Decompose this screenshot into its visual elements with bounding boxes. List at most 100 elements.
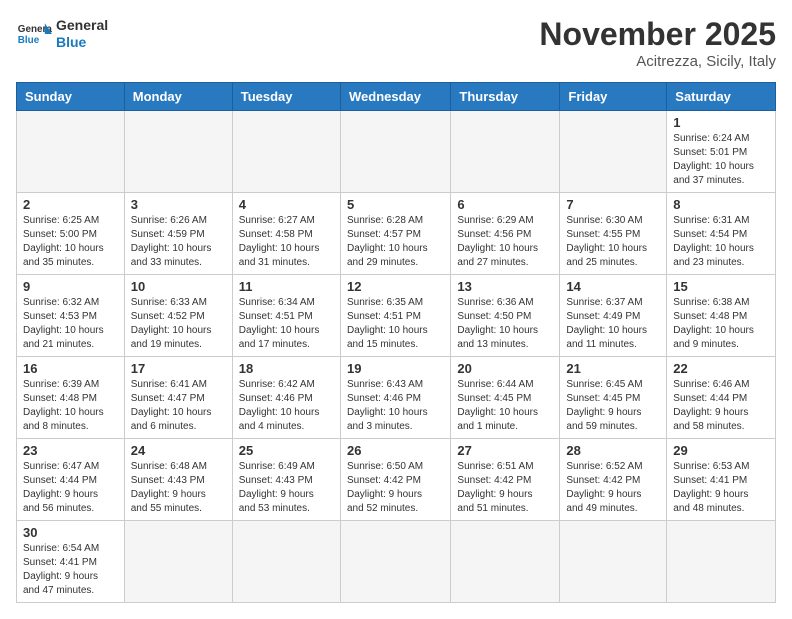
day-number: 20	[457, 361, 553, 376]
day-info: Sunrise: 6:33 AM Sunset: 4:52 PM Dayligh…	[131, 296, 226, 352]
calendar-cell: 10 Sunrise: 6:33 AM Sunset: 4:52 PM Dayli…	[124, 275, 232, 357]
calendar-cell	[560, 111, 667, 193]
calendar-cell: 2 Sunrise: 6:25 AM Sunset: 5:00 PM Daylig…	[17, 193, 125, 275]
calendar-table: SundayMondayTuesdayWednesdayThursdayFrid…	[16, 82, 776, 603]
day-info: Sunrise: 6:45 AM Sunset: 4:45 PM Dayligh…	[566, 378, 660, 434]
day-info: Sunrise: 6:50 AM Sunset: 4:42 PM Dayligh…	[347, 460, 444, 516]
calendar-cell: 25 Sunrise: 6:49 AM Sunset: 4:43 PM Dayli…	[232, 439, 340, 521]
day-info: Sunrise: 6:34 AM Sunset: 4:51 PM Dayligh…	[239, 296, 334, 352]
week-row-4: 16Sunrise: 6:39 AM Sunset: 4:48 PM Dayli…	[17, 357, 776, 439]
calendar-cell	[124, 521, 232, 603]
day-number: 5	[347, 197, 444, 212]
day-info: Sunrise: 6:42 AM Sunset: 4:46 PM Dayligh…	[239, 378, 334, 434]
day-number: 12	[347, 279, 444, 294]
day-number: 23	[23, 443, 118, 458]
day-info: Sunrise: 6:51 AM Sunset: 4:42 PM Dayligh…	[457, 460, 553, 516]
weekday-header-tuesday: Tuesday	[232, 83, 340, 111]
day-info: Sunrise: 6:25 AM Sunset: 5:00 PM Dayligh…	[23, 214, 118, 270]
calendar-cell: 7 Sunrise: 6:30 AM Sunset: 4:55 PM Daylig…	[560, 193, 667, 275]
calendar-cell: 9Sunrise: 6:32 AM Sunset: 4:53 PM Daylig…	[17, 275, 125, 357]
calendar-cell: 21Sunrise: 6:45 AM Sunset: 4:45 PM Dayli…	[560, 357, 667, 439]
calendar-cell: 17Sunrise: 6:41 AM Sunset: 4:47 PM Dayli…	[124, 357, 232, 439]
day-number: 15	[673, 279, 769, 294]
location: Acitrezza, Sicily, Italy	[539, 53, 776, 70]
day-number: 9	[23, 279, 118, 294]
day-info: Sunrise: 6:39 AM Sunset: 4:48 PM Dayligh…	[23, 378, 118, 434]
day-info: Sunrise: 6:36 AM Sunset: 4:50 PM Dayligh…	[457, 296, 553, 352]
calendar-cell: 8 Sunrise: 6:31 AM Sunset: 4:54 PM Daylig…	[667, 193, 776, 275]
weekday-header-sunday: Sunday	[17, 83, 125, 111]
day-number: 19	[347, 361, 444, 376]
calendar-cell	[451, 111, 560, 193]
calendar-cell: 19Sunrise: 6:43 AM Sunset: 4:46 PM Dayli…	[340, 357, 450, 439]
weekday-header-saturday: Saturday	[667, 83, 776, 111]
calendar-cell: 20Sunrise: 6:44 AM Sunset: 4:45 PM Dayli…	[451, 357, 560, 439]
calendar-cell: 1 Sunrise: 6:24 AM Sunset: 5:01 PM Daylig…	[667, 111, 776, 193]
day-info: Sunrise: 6:29 AM Sunset: 4:56 PM Dayligh…	[457, 214, 553, 270]
day-info: Sunrise: 6:46 AM Sunset: 4:44 PM Dayligh…	[673, 378, 769, 434]
day-info: Sunrise: 6:38 AM Sunset: 4:48 PM Dayligh…	[673, 296, 769, 352]
svg-text:Blue: Blue	[18, 35, 40, 46]
calendar-cell	[560, 521, 667, 603]
day-number: 11	[239, 279, 334, 294]
day-info: Sunrise: 6:37 AM Sunset: 4:49 PM Dayligh…	[566, 296, 660, 352]
day-number: 27	[457, 443, 553, 458]
month-title: November 2025	[539, 16, 776, 53]
calendar-cell: 3 Sunrise: 6:26 AM Sunset: 4:59 PM Daylig…	[124, 193, 232, 275]
calendar-cell: 6 Sunrise: 6:29 AM Sunset: 4:56 PM Daylig…	[451, 193, 560, 275]
day-info: Sunrise: 6:24 AM Sunset: 5:01 PM Dayligh…	[673, 132, 769, 188]
calendar-cell: 5 Sunrise: 6:28 AM Sunset: 4:57 PM Daylig…	[340, 193, 450, 275]
logo: General Blue General Blue	[16, 16, 108, 52]
day-number: 14	[566, 279, 660, 294]
calendar-cell: 23 Sunrise: 6:47 AM Sunset: 4:44 PM Dayli…	[17, 439, 125, 521]
calendar-cell: 22Sunrise: 6:46 AM Sunset: 4:44 PM Dayli…	[667, 357, 776, 439]
day-number: 7	[566, 197, 660, 212]
day-number: 1	[673, 115, 769, 130]
day-number: 28	[566, 443, 660, 458]
calendar-cell: 15 Sunrise: 6:38 AM Sunset: 4:48 PM Dayli…	[667, 275, 776, 357]
calendar-cell	[667, 521, 776, 603]
day-info: Sunrise: 6:53 AM Sunset: 4:41 PM Dayligh…	[673, 460, 769, 516]
day-number: 3	[131, 197, 226, 212]
week-row-5: 23 Sunrise: 6:47 AM Sunset: 4:44 PM Dayli…	[17, 439, 776, 521]
calendar-cell	[17, 111, 125, 193]
calendar-cell: 16Sunrise: 6:39 AM Sunset: 4:48 PM Dayli…	[17, 357, 125, 439]
calendar-cell	[451, 521, 560, 603]
day-info: Sunrise: 6:28 AM Sunset: 4:57 PM Dayligh…	[347, 214, 444, 270]
calendar-cell	[340, 521, 450, 603]
day-info: Sunrise: 6:27 AM Sunset: 4:58 PM Dayligh…	[239, 214, 334, 270]
calendar-cell	[232, 111, 340, 193]
calendar-cell: 11 Sunrise: 6:34 AM Sunset: 4:51 PM Dayli…	[232, 275, 340, 357]
week-row-6: 30 Sunrise: 6:54 AM Sunset: 4:41 PM Dayli…	[17, 521, 776, 603]
weekday-header-row: SundayMondayTuesdayWednesdayThursdayFrid…	[17, 83, 776, 111]
day-info: Sunrise: 6:54 AM Sunset: 4:41 PM Dayligh…	[23, 542, 118, 598]
day-info: Sunrise: 6:49 AM Sunset: 4:43 PM Dayligh…	[239, 460, 334, 516]
day-number: 6	[457, 197, 553, 212]
day-number: 25	[239, 443, 334, 458]
day-info: Sunrise: 6:48 AM Sunset: 4:43 PM Dayligh…	[131, 460, 226, 516]
calendar-cell: 27 Sunrise: 6:51 AM Sunset: 4:42 PM Dayli…	[451, 439, 560, 521]
day-number: 30	[23, 525, 118, 540]
calendar-cell: 4Sunrise: 6:27 AM Sunset: 4:58 PM Daylig…	[232, 193, 340, 275]
day-info: Sunrise: 6:30 AM Sunset: 4:55 PM Dayligh…	[566, 214, 660, 270]
week-row-2: 2 Sunrise: 6:25 AM Sunset: 5:00 PM Daylig…	[17, 193, 776, 275]
day-number: 8	[673, 197, 769, 212]
day-info: Sunrise: 6:35 AM Sunset: 4:51 PM Dayligh…	[347, 296, 444, 352]
day-info: Sunrise: 6:26 AM Sunset: 4:59 PM Dayligh…	[131, 214, 226, 270]
day-number: 18	[239, 361, 334, 376]
day-number: 10	[131, 279, 226, 294]
calendar-cell: 13Sunrise: 6:36 AM Sunset: 4:50 PM Dayli…	[451, 275, 560, 357]
calendar-cell	[340, 111, 450, 193]
calendar-cell: 14 Sunrise: 6:37 AM Sunset: 4:49 PM Dayli…	[560, 275, 667, 357]
week-row-1: 1 Sunrise: 6:24 AM Sunset: 5:01 PM Daylig…	[17, 111, 776, 193]
calendar-cell: 18 Sunrise: 6:42 AM Sunset: 4:46 PM Dayli…	[232, 357, 340, 439]
calendar-cell: 24Sunrise: 6:48 AM Sunset: 4:43 PM Dayli…	[124, 439, 232, 521]
day-number: 26	[347, 443, 444, 458]
weekday-header-thursday: Thursday	[451, 83, 560, 111]
title-block: November 2025 Acitrezza, Sicily, Italy	[539, 16, 776, 70]
day-info: Sunrise: 6:47 AM Sunset: 4:44 PM Dayligh…	[23, 460, 118, 516]
logo-text-general: General	[56, 17, 108, 34]
day-number: 2	[23, 197, 118, 212]
calendar-cell	[124, 111, 232, 193]
day-info: Sunrise: 6:31 AM Sunset: 4:54 PM Dayligh…	[673, 214, 769, 270]
